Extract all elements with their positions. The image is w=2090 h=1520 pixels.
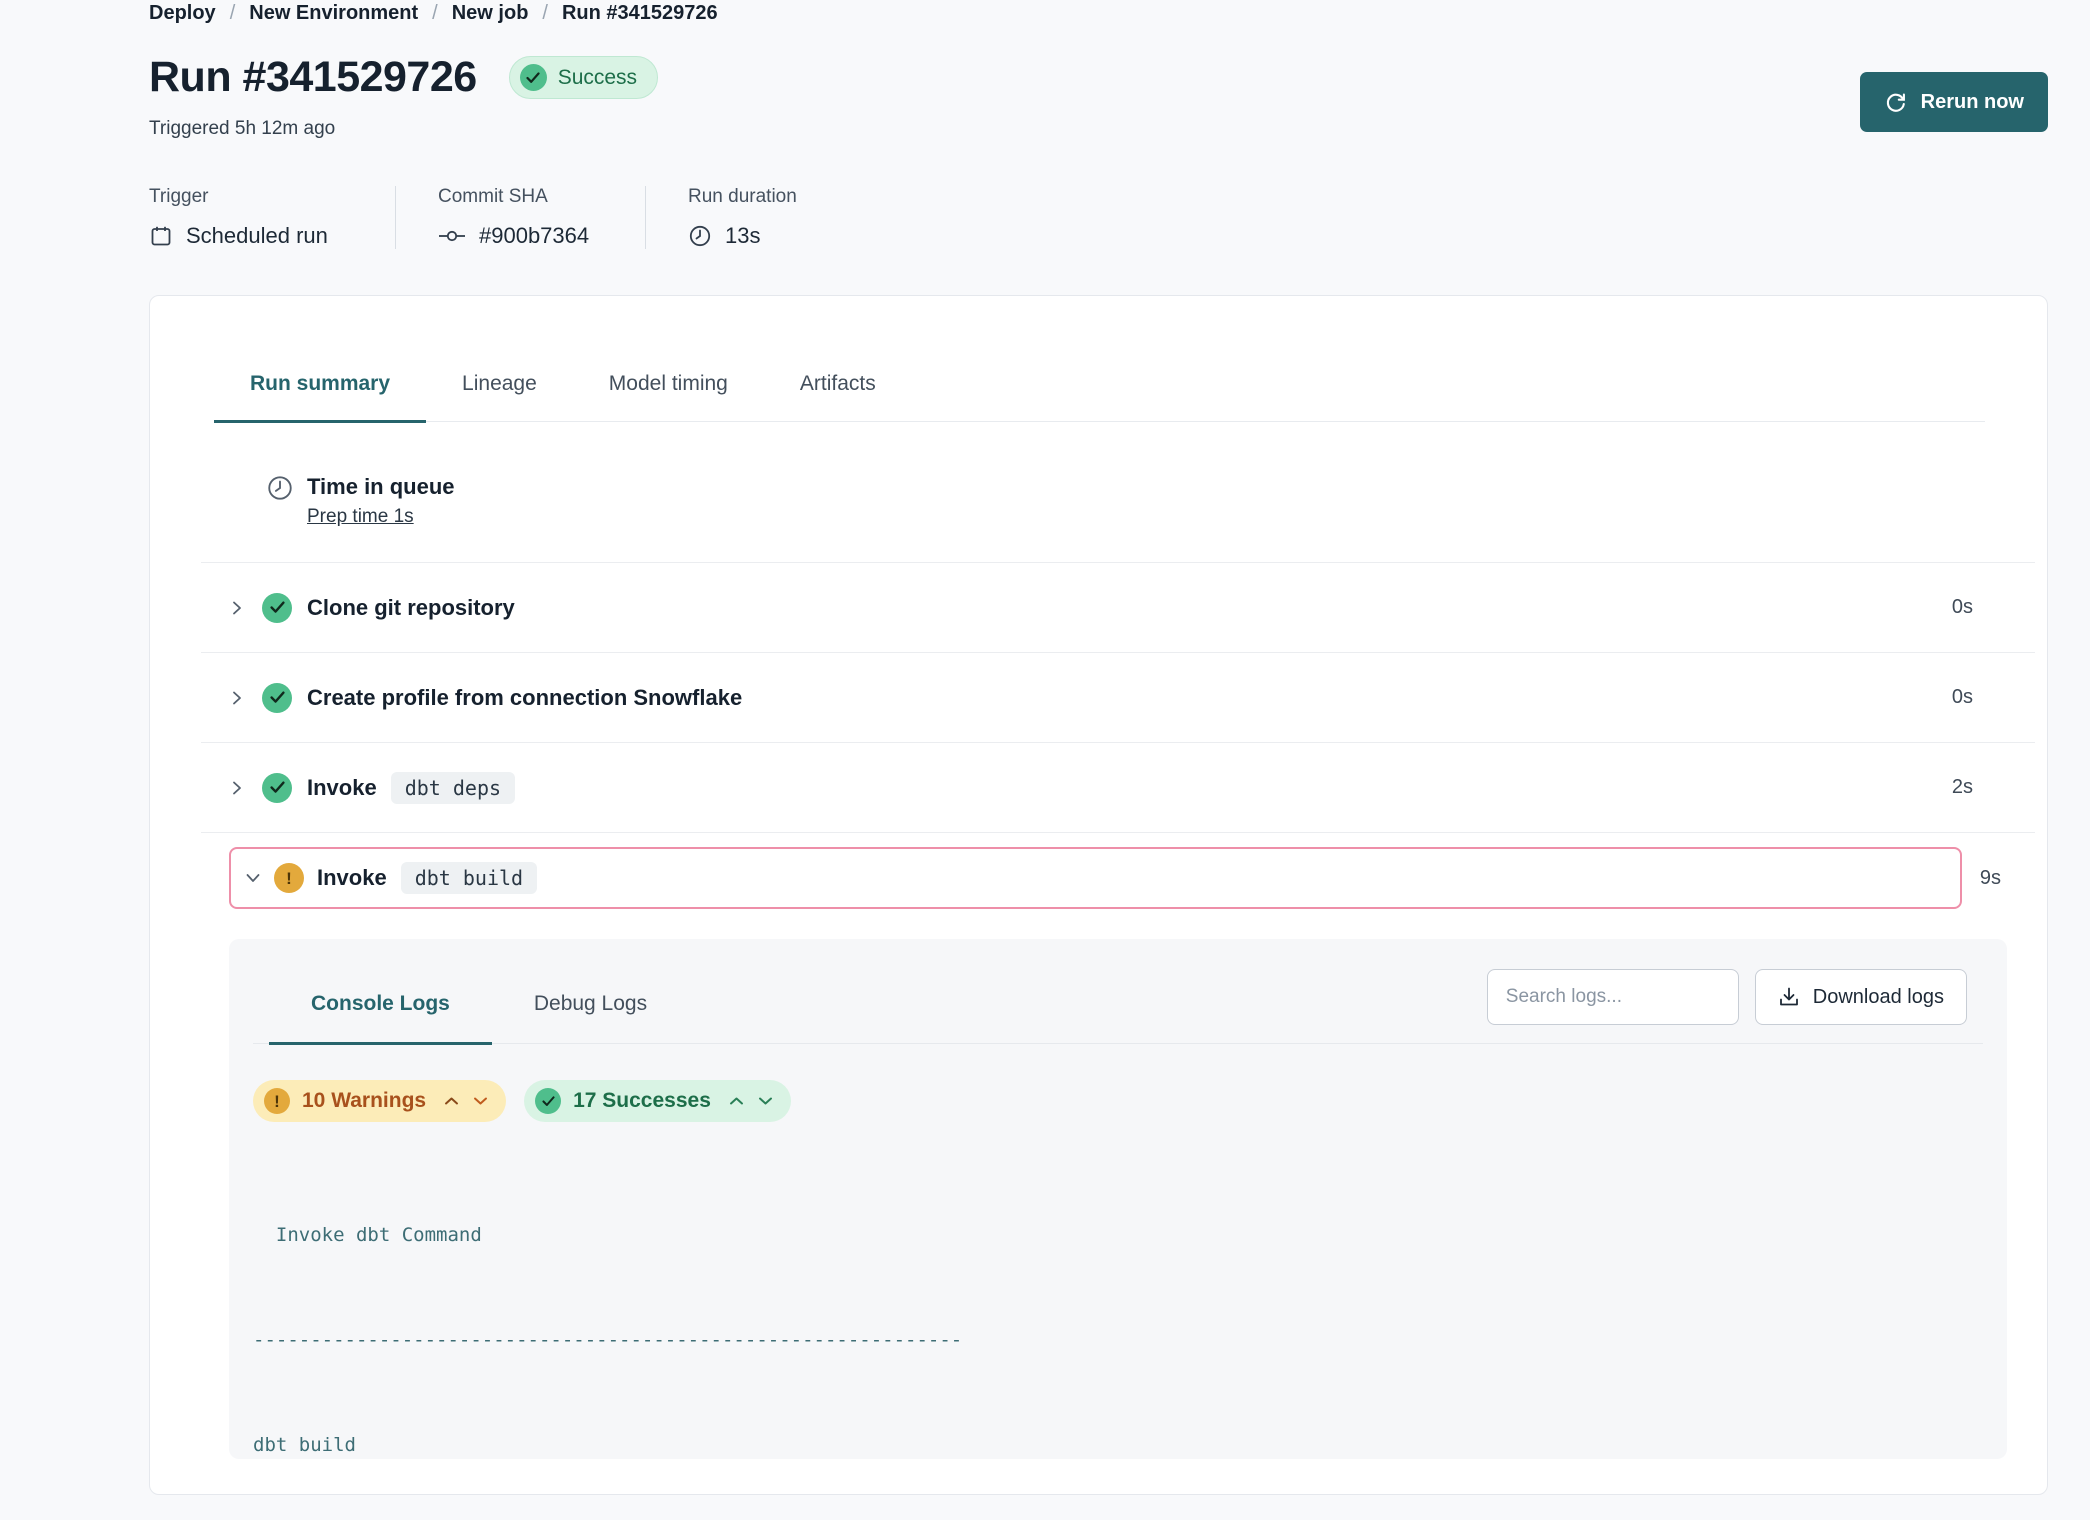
caret-up-icon[interactable] — [729, 1096, 744, 1106]
step-command-chip: dbt deps — [391, 772, 515, 804]
run-detail-page: Deploy / New Environment / New job / Run… — [0, 0, 2090, 1495]
log-command: dbt build — [253, 1428, 1983, 1463]
step-row-dbt-build[interactable]: ! Invoke dbt build — [229, 847, 1962, 909]
meta-trigger-value: Scheduled run — [186, 223, 328, 249]
triggered-text: Triggered 5h 12m ago — [149, 118, 2048, 140]
step-duration: 0s — [1952, 686, 1973, 709]
chevron-down-icon[interactable] — [245, 870, 261, 886]
tab-console-logs[interactable]: Console Logs — [269, 984, 492, 1045]
warnings-badge[interactable]: ! 10 Warnings — [253, 1080, 506, 1122]
time-in-queue-section: Time in queue Prep time 1s — [150, 422, 2047, 562]
step-warning-icon: ! — [274, 863, 304, 893]
step-title: Invoke — [307, 775, 377, 801]
tab-debug-logs[interactable]: Debug Logs — [492, 984, 689, 1045]
check-circle-icon — [520, 64, 547, 91]
tab-run-summary[interactable]: Run summary — [214, 372, 426, 423]
caret-down-icon[interactable] — [758, 1096, 773, 1106]
successes-badge-label: 17 Successes — [573, 1089, 711, 1113]
steps-list: Clone git repository 0s Create profile f… — [201, 562, 2035, 909]
download-logs-label: Download logs — [1813, 986, 1944, 1009]
log-filter-badges: ! 10 Warnings 17 Successes — [253, 1080, 1983, 1122]
status-badge: Success — [509, 56, 658, 99]
queue-clock-icon — [266, 474, 294, 532]
warnings-badge-label: 10 Warnings — [302, 1089, 426, 1113]
log-command-header: Invoke dbt Command — [253, 1218, 1983, 1253]
breadcrumb: Deploy / New Environment / New job / Run… — [149, 0, 2048, 25]
tab-artifacts[interactable]: Artifacts — [764, 372, 912, 423]
console-log-output: Invoke dbt Command ---------------------… — [253, 1148, 1983, 1520]
breadcrumb-separator: / — [542, 2, 548, 25]
clock-icon — [688, 224, 712, 248]
run-meta-row: Trigger Scheduled run Commit SHA — [149, 186, 2048, 249]
step-duration: 0s — [1952, 596, 1973, 619]
download-icon — [1778, 986, 1800, 1008]
chevron-right-icon[interactable] — [229, 780, 245, 796]
prep-time-link[interactable]: Prep time 1s — [307, 502, 414, 532]
console-header: Console Logs Debug Logs Download logs — [253, 969, 1983, 1044]
meta-duration-label: Run duration — [688, 186, 797, 208]
page-title: Run #341529726 — [149, 53, 477, 102]
status-badge-label: Success — [558, 66, 637, 90]
breadcrumb-item-environment[interactable]: New Environment — [249, 2, 418, 25]
rerun-button-label: Rerun now — [1921, 91, 2024, 114]
step-title: Create profile from connection Snowflake — [307, 685, 742, 711]
breadcrumb-separator: / — [432, 2, 438, 25]
successes-badge[interactable]: 17 Successes — [524, 1080, 791, 1122]
meta-trigger: Trigger Scheduled run — [149, 186, 395, 249]
warning-circle-icon: ! — [264, 1088, 290, 1114]
calendar-icon — [149, 224, 173, 248]
step-success-icon — [262, 593, 292, 623]
step-success-icon — [262, 773, 292, 803]
meta-commit-value: #900b7364 — [479, 223, 589, 249]
step-command-chip: dbt build — [401, 862, 537, 894]
step-duration: 9s — [1980, 867, 2021, 890]
run-summary-card: Run summary Lineage Model timing Artifac… — [149, 295, 2048, 1495]
tab-model-timing[interactable]: Model timing — [573, 372, 764, 423]
meta-commit: Commit SHA #900b7364 — [395, 186, 645, 249]
rerun-button[interactable]: Rerun now — [1860, 72, 2048, 132]
caret-up-icon[interactable] — [444, 1096, 459, 1106]
step-row-dbt-build-wrap: ! Invoke dbt build 9s — [201, 832, 2035, 909]
step-duration: 2s — [1952, 776, 1973, 799]
step-success-icon — [262, 683, 292, 713]
step-row-create-profile[interactable]: Create profile from connection Snowflake… — [201, 652, 2035, 742]
step-title: Clone git repository — [307, 595, 515, 621]
breadcrumb-item-job[interactable]: New job — [452, 2, 529, 25]
step-row-dbt-deps[interactable]: Invoke dbt deps 2s — [201, 742, 2035, 832]
console-panel: Console Logs Debug Logs Download logs — [229, 939, 2007, 1459]
success-circle-icon — [535, 1088, 561, 1114]
header-row: Run #341529726 Success — [149, 53, 2048, 102]
chevron-right-icon[interactable] — [229, 600, 245, 616]
run-tabs: Run summary Lineage Model timing Artifac… — [214, 372, 1985, 422]
meta-commit-label: Commit SHA — [438, 186, 597, 208]
breadcrumb-item-deploy[interactable]: Deploy — [149, 2, 216, 25]
queue-title: Time in queue — [307, 472, 455, 502]
refresh-icon — [1884, 90, 1908, 114]
commit-icon — [438, 228, 466, 244]
step-row-clone-git[interactable]: Clone git repository 0s — [201, 562, 2035, 652]
meta-trigger-label: Trigger — [149, 186, 347, 208]
breadcrumb-separator: / — [230, 2, 236, 25]
step-title: Invoke — [317, 865, 387, 891]
chevron-right-icon[interactable] — [229, 690, 245, 706]
tab-lineage[interactable]: Lineage — [426, 372, 573, 423]
meta-duration: Run duration 13s — [645, 186, 845, 249]
meta-duration-value: 13s — [725, 223, 760, 249]
download-logs-button[interactable]: Download logs — [1755, 969, 1967, 1025]
breadcrumb-item-current-run: Run #341529726 — [562, 2, 718, 25]
caret-down-icon[interactable] — [473, 1096, 488, 1106]
search-logs-input[interactable] — [1487, 969, 1739, 1025]
log-separator-line: ----------------------------------------… — [253, 1323, 1983, 1358]
